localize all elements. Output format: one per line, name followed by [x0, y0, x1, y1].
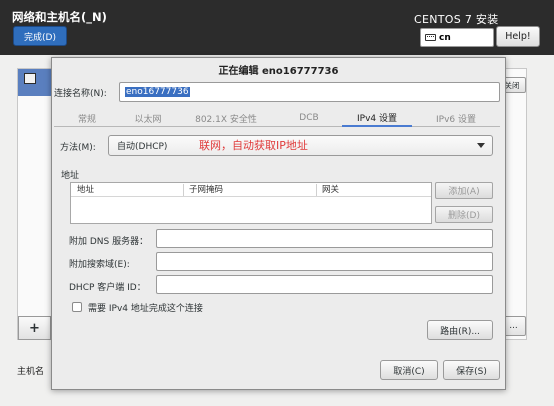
cancel-button[interactable]: 取消(C): [380, 360, 438, 380]
search-domains-input[interactable]: [156, 252, 493, 271]
dhcp-client-id-input[interactable]: [156, 275, 493, 294]
column-divider: [316, 184, 317, 196]
connection-name-value: eno16777736: [125, 87, 190, 97]
address-table-header: 地址 子网掩码 网关: [71, 183, 431, 197]
keyboard-layout-label: cn: [439, 32, 451, 43]
help-button[interactable]: Help!: [496, 26, 540, 47]
require-ipv4-checkbox[interactable]: [72, 302, 82, 312]
dropdown-arrow-icon: [477, 143, 485, 148]
method-label: 方法(M):: [60, 143, 96, 153]
method-value: 自动(DHCP): [117, 142, 168, 152]
save-button[interactable]: 保存(S): [443, 360, 500, 380]
add-address-button[interactable]: 添加(A): [435, 182, 493, 199]
connection-name-label: 连接名称(N):: [54, 89, 107, 99]
top-bar: 网络和主机名(_N) 完成(D) CENTOS 7 安装 cn Help!: [0, 0, 554, 55]
connection-name-input[interactable]: eno16777736: [119, 82, 500, 102]
dialog-title: 正在编辑 eno16777736: [218, 66, 339, 77]
tab-ipv4-settings[interactable]: IPv4 设置: [342, 109, 412, 127]
routes-button[interactable]: 路由(R)...: [427, 320, 493, 340]
keyboard-icon: [425, 34, 436, 41]
delete-address-button[interactable]: 删除(D): [435, 206, 493, 223]
tab-ethernet[interactable]: 以太网: [120, 109, 176, 127]
tab-ipv6-settings[interactable]: IPv6 设置: [412, 109, 500, 127]
annotation-text: 联网，自动获取IP地址: [199, 139, 308, 152]
column-netmask[interactable]: 子网掩码: [189, 183, 223, 197]
add-device-button[interactable]: +: [18, 316, 51, 340]
hostname-label: 主机名: [17, 367, 45, 377]
product-title: CENTOS 7 安装: [414, 13, 499, 26]
edit-connection-dialog: 正在编辑 eno16777736 连接名称(N): eno16777736 常规…: [51, 57, 506, 390]
dns-servers-input[interactable]: [156, 229, 493, 248]
address-section-label: 地址: [61, 171, 80, 181]
tab-dcb[interactable]: DCB: [276, 109, 342, 127]
column-gateway[interactable]: 网关: [322, 183, 339, 197]
require-ipv4-label[interactable]: 需要 IPv4 地址完成这个连接: [88, 301, 203, 314]
search-domains-label: 附加搜索域(E):: [69, 260, 130, 270]
network-device-icon: [24, 73, 36, 84]
keyboard-layout-indicator[interactable]: cn: [420, 28, 494, 47]
dhcp-client-id-label: DHCP 客户端 ID：: [69, 283, 146, 293]
column-address[interactable]: 地址: [77, 183, 94, 197]
tab-general[interactable]: 常规: [54, 109, 120, 127]
column-divider: [183, 184, 184, 196]
tab-8021x-security[interactable]: 802.1X 安全性: [176, 109, 276, 127]
page-title: 网络和主机名(_N): [12, 10, 107, 24]
address-table[interactable]: 地址 子网掩码 网关: [70, 182, 432, 224]
done-button[interactable]: 完成(D): [13, 26, 67, 46]
settings-tabs: 常规 以太网 802.1X 安全性 DCB IPv4 设置 IPv6 设置: [54, 109, 500, 127]
dns-servers-label: 附加 DNS 服务器：: [69, 237, 149, 247]
